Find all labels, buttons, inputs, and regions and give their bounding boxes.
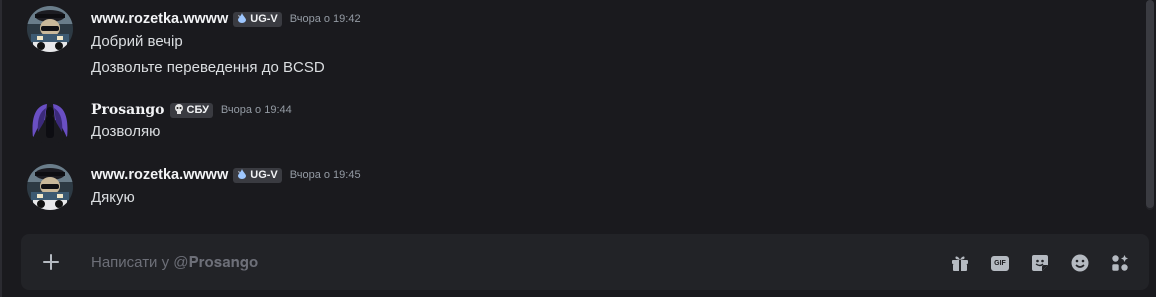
messages-scrollbar[interactable] [1146,0,1154,210]
username[interactable]: www.rozetka.wwww [91,11,228,27]
message-text: Дозвольте переведення до BCSD [91,59,325,76]
divider [0,0,2,297]
server-tag-label: СБУ [186,104,209,116]
server-tag-label: UG-V [250,169,278,181]
message-text: Дозволяю [91,123,161,140]
server-tag[interactable]: СБУ [169,102,213,118]
dm-chat-window: www.rozetka.wwww UG-V Вчора о 19:42 Добр… [0,0,1156,297]
avatar[interactable] [27,164,73,210]
timestamp[interactable]: Вчора о 19:45 [290,169,361,181]
plus-icon [43,254,59,270]
server-tag[interactable]: UG-V [233,11,282,27]
skull-icon [174,103,184,117]
message-input[interactable] [91,252,891,272]
message-header: www.rozetka.wwww UG-V Вчора о 19:45 [91,166,361,184]
apps-button[interactable] [1109,252,1131,274]
message-text: Добрий вечір [91,33,183,50]
gift-icon [952,256,968,271]
message-header: 𝐏𝐫𝐨𝐬𝐚𝐧𝐠𝐨 СБУ Вчора о 19:44 [91,101,292,119]
gif-icon: GIF [991,255,1009,271]
attach-button[interactable] [39,250,63,274]
username[interactable]: www.rozetka.wwww [91,167,228,183]
avatar[interactable] [27,6,73,52]
timestamp[interactable]: Вчора о 19:42 [290,13,361,25]
message-composer: GIF [21,234,1149,290]
scrollbar-thumb[interactable] [1146,0,1154,208]
avatar[interactable] [27,98,73,144]
droplet-icon [237,168,247,182]
timestamp[interactable]: Вчора о 19:44 [221,104,292,116]
message-text: Дякую [91,189,135,206]
emoji-icon [1071,254,1089,272]
emoji-button[interactable] [1069,252,1091,274]
username[interactable]: 𝐏𝐫𝐨𝐬𝐚𝐧𝐠𝐨 [91,102,165,118]
server-tag[interactable]: UG-V [233,167,282,183]
sticker-button[interactable] [1029,252,1051,274]
message-header: www.rozetka.wwww UG-V Вчора о 19:42 [91,10,361,28]
apps-icon [1112,255,1128,271]
server-tag-label: UG-V [250,13,278,25]
gif-button[interactable]: GIF [989,252,1011,274]
gift-button[interactable] [949,252,971,274]
droplet-icon [237,12,247,26]
sticker-icon [1032,255,1048,271]
